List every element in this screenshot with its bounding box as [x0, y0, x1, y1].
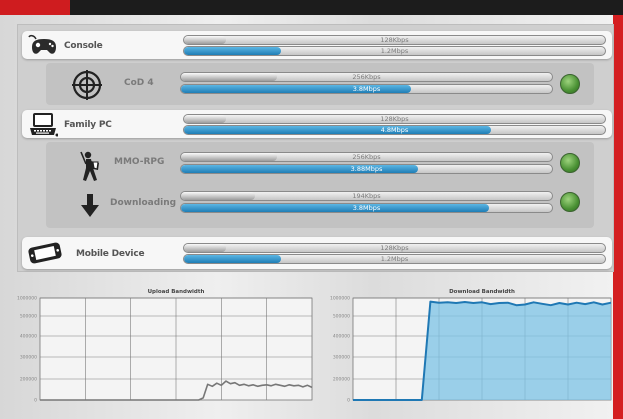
download-bar: 3.88Mbps — [180, 164, 553, 174]
y-tick-label: 1000000 — [17, 296, 37, 302]
download-rate: 3.88Mbps — [350, 165, 383, 173]
y-tick-label: 400000 — [20, 334, 37, 340]
download-rate: 4.8Mbps — [380, 126, 409, 134]
download-bandwidth-chart: Download Bandwidth 0 200000 300000 400000 500… — [325, 284, 613, 419]
upload-rate: 256Kbps — [352, 73, 381, 81]
chart-title: Download Bandwidth — [449, 289, 515, 295]
top-bar — [0, 0, 623, 15]
upload-bar: 256Kbps — [180, 152, 553, 162]
download-bar: 3.8Mbps — [180, 84, 553, 94]
upload-bandwidth-chart: Upload Bandwidth 0 200000 300000 400000 50000… — [14, 284, 314, 419]
download-bar: 4.8Mbps — [183, 125, 606, 135]
y-tick-label: 500000 — [20, 314, 37, 320]
y-tick-label: 200000 — [20, 377, 37, 383]
upload-rate: 256Kbps — [352, 153, 381, 161]
download-arrow-icon — [80, 194, 100, 222]
download-rate: 3.8Mbps — [352, 85, 381, 93]
upload-bar: 128Kbps — [183, 114, 606, 124]
y-tick-label: 400000 — [333, 334, 350, 340]
laptop-icon — [28, 112, 59, 141]
device-name: Mobile Device — [76, 249, 145, 259]
y-tick-label: 300000 — [333, 355, 350, 361]
y-tick-label: 500000 — [333, 314, 350, 320]
chart-title: Upload Bandwidth — [148, 289, 205, 295]
y-tick-label: 0 — [34, 398, 37, 404]
device-name: Console — [64, 41, 103, 51]
y-tick-label: 1000000 — [330, 296, 350, 302]
family-pc-apps-panel: MMO-RPG 256Kbps 3.88Mbps Downloading 194… — [46, 142, 594, 228]
upload-bar: 128Kbps — [183, 243, 606, 253]
download-chart-svg: Download Bandwidth 0 200000 300000 400000 500… — [330, 289, 612, 404]
download-rate: 3.8Mbps — [352, 204, 381, 212]
device-name: Family PC — [64, 120, 112, 130]
app-name: CoD 4 — [124, 78, 154, 88]
upload-bar: 128Kbps — [183, 35, 606, 45]
download-bar: 1.2Mbps — [183, 46, 606, 56]
download-bar: 3.8Mbps — [180, 203, 553, 213]
console-apps-panel: CoD 4 256Kbps 3.8Mbps — [46, 63, 594, 105]
upload-bar: 194Kbps — [180, 191, 553, 201]
crosshair-icon — [71, 69, 103, 105]
warrior-icon — [77, 150, 103, 188]
status-indicator-green — [560, 153, 580, 173]
app-name: MMO-RPG — [114, 157, 165, 167]
download-rate: 1.2Mbps — [380, 47, 409, 55]
device-row-console[interactable]: Console 128Kbps 1.2Mbps — [22, 31, 612, 59]
mobile-device-icon — [26, 240, 64, 270]
y-tick-label: 0 — [347, 398, 350, 404]
gamepad-icon — [26, 33, 62, 61]
upload-chart-svg: Upload Bandwidth 0 200000 300000 400000 50000… — [17, 289, 313, 404]
device-row-mobile[interactable]: Mobile Device 128Kbps 1.2Mbps — [22, 237, 612, 269]
upload-bar: 256Kbps — [180, 72, 553, 82]
upload-rate: 128Kbps — [380, 244, 409, 252]
status-indicator-green — [560, 192, 580, 212]
red-edge — [613, 15, 623, 419]
status-indicator-green — [560, 74, 580, 94]
red-tab — [0, 0, 70, 15]
device-panel: Console 128Kbps 1.2Mbps CoD 4 256Kbps 3.… — [17, 24, 614, 272]
y-tick-label: 200000 — [333, 377, 350, 383]
y-tick-label: 300000 — [20, 355, 37, 361]
download-rate: 1.2Mbps — [380, 255, 409, 263]
upload-rate: 194Kbps — [352, 192, 381, 200]
upload-rate: 128Kbps — [380, 36, 409, 44]
device-row-family-pc[interactable]: Family PC 128Kbps 4.8Mbps — [22, 110, 612, 138]
app-name: Downloading — [110, 198, 177, 208]
download-bar: 1.2Mbps — [183, 254, 606, 264]
upload-rate: 128Kbps — [380, 115, 409, 123]
